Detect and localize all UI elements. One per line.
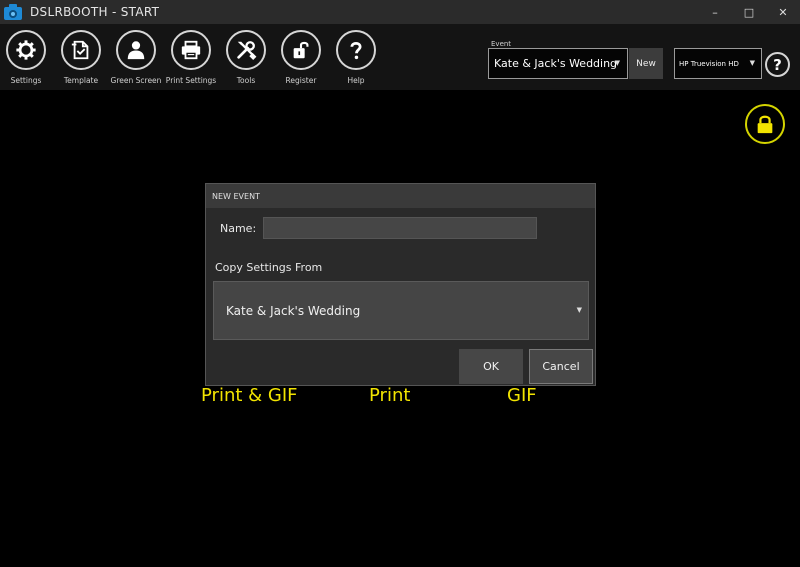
template-icon	[71, 40, 89, 60]
template-label: Template	[63, 76, 99, 85]
green-screen-tool-button[interactable]: Green Screen	[106, 30, 166, 88]
dialog-title: NEW EVENT	[206, 184, 595, 208]
tools-tool-button[interactable]: Tools	[216, 30, 276, 88]
copy-settings-selected: Kate & Jack's Wedding	[226, 303, 361, 318]
help-tool-button[interactable]: Help	[326, 30, 386, 88]
print-settings-tool-button[interactable]: Print Settings	[161, 30, 221, 88]
new-event-dialog: NEW EVENT Name: Copy Settings From Kate …	[205, 183, 596, 386]
gear-icon	[16, 40, 36, 60]
printer-icon	[181, 40, 201, 60]
person-icon	[127, 41, 145, 60]
triangle-down-icon: ▼	[614, 59, 620, 67]
tools-label: Tools	[236, 76, 256, 85]
mode-gif[interactable]: GIF	[507, 385, 537, 406]
name-label: Name:	[220, 222, 257, 235]
mode-print-gif[interactable]: Print & GIF	[201, 385, 298, 406]
settings-label: Settings	[10, 76, 42, 85]
event-selected-value: Kate & Jack's Wedding	[494, 57, 618, 70]
event-name-input[interactable]	[263, 217, 537, 239]
main-toolbar: Settings Template Green Screen Print Set…	[0, 24, 800, 90]
print-settings-label: Print Settings	[165, 76, 217, 85]
camera-selected-value: HP Truevision HD	[679, 59, 739, 68]
title-bar: DSLRBOOTH - START – □ ✕	[0, 0, 800, 24]
register-tool-button[interactable]: Register	[271, 30, 331, 88]
green-screen-label: Green Screen	[110, 76, 162, 85]
camera-app-icon	[4, 4, 22, 20]
template-tool-button[interactable]: Template	[51, 30, 111, 88]
lock-button[interactable]	[745, 104, 785, 144]
tools-icon	[237, 41, 257, 60]
camera-dropdown[interactable]: HP Truevision HD ▼	[674, 48, 762, 79]
ok-button[interactable]: OK	[459, 349, 523, 384]
cancel-button[interactable]: Cancel	[529, 349, 593, 384]
window-title: DSLRBOOTH - START	[30, 5, 160, 19]
close-button[interactable]: ✕	[766, 0, 800, 24]
unlock-icon	[293, 41, 309, 59]
lock-icon	[757, 115, 773, 134]
settings-tool-button[interactable]: Settings	[0, 30, 56, 88]
register-label: Register	[285, 76, 317, 85]
window-controls: – □ ✕	[698, 0, 800, 24]
event-dropdown[interactable]: Kate & Jack's Wedding ▼	[488, 48, 628, 79]
copy-settings-dropdown[interactable]: Kate & Jack's Wedding ▼	[213, 281, 589, 340]
mode-print[interactable]: Print	[369, 385, 410, 406]
triangle-down-icon: ▼	[749, 59, 755, 67]
camera-help-button[interactable]: ?	[765, 52, 790, 77]
question-icon	[350, 41, 362, 60]
event-label: Event	[491, 40, 512, 48]
copy-settings-label: Copy Settings From	[215, 261, 323, 274]
new-event-button[interactable]: New	[629, 48, 663, 79]
maximize-button[interactable]: □	[732, 0, 766, 24]
triangle-down-icon: ▼	[576, 306, 582, 314]
minimize-button[interactable]: –	[698, 0, 732, 24]
help-label: Help	[347, 76, 365, 85]
